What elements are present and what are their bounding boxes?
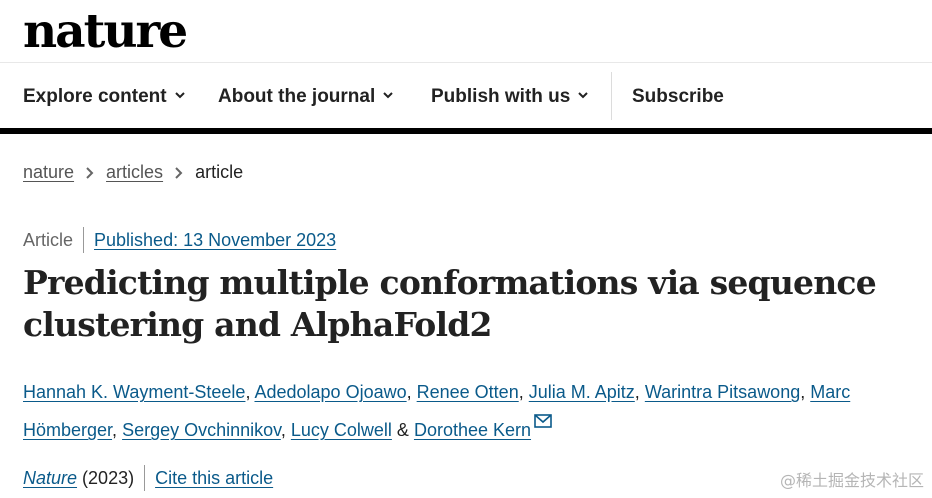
nav-subscribe[interactable]: Subscribe (632, 72, 724, 122)
article-type: Article (23, 230, 74, 250)
cite-article-link[interactable]: Cite this article (155, 468, 273, 488)
author-link[interactable]: Sergey Ovchinnikov (122, 420, 281, 440)
watermark: @稀土掘金技术社区 (779, 471, 924, 490)
nav-explore-content[interactable]: Explore content (23, 72, 185, 122)
author-link[interactable]: Warintra Pitsawong (645, 382, 800, 402)
envelope-icon[interactable] (534, 414, 552, 428)
author-link[interactable]: Lucy Colwell (291, 420, 392, 440)
author-link[interactable]: Adedolapo Ojoawo (254, 382, 406, 402)
author-separator: , (112, 420, 118, 440)
breadcrumb-current: article (195, 162, 244, 182)
chevron-down-icon (174, 92, 185, 99)
nav-divider (611, 72, 612, 120)
author-separator: , (406, 382, 412, 402)
nav-label: Publish with us (431, 86, 571, 107)
author-list: Hannah K. Wayment-Steele, Adedolapo Ojoa… (23, 373, 903, 449)
nav-label: Explore content (23, 86, 167, 107)
author-separator: , (245, 382, 251, 402)
citation-divider (144, 465, 146, 491)
nav-label: About the journal (218, 86, 376, 107)
author-separator: , (280, 420, 286, 440)
author-link[interactable]: Renee Otten (417, 382, 519, 402)
author-separator: , (634, 382, 640, 402)
author-link[interactable]: Hannah K. Wayment-Steele (23, 382, 245, 402)
breadcrumb-nature[interactable]: nature (23, 162, 74, 182)
nav-bottom-bar (0, 128, 932, 134)
chevron-right-icon (86, 167, 94, 179)
nav-publish-with-us[interactable]: Publish with us (431, 72, 589, 122)
breadcrumb-articles[interactable]: articles (106, 162, 163, 182)
author-link[interactable]: Dorothee Kern (414, 420, 531, 440)
journal-name-link[interactable]: Nature (23, 468, 77, 488)
journal-citation: Nature (2023) Cite this article (23, 465, 273, 491)
meta-divider (83, 227, 85, 253)
journal-year: (2023) (82, 468, 135, 488)
nature-logo[interactable]: nature (23, 2, 188, 62)
breadcrumb: nature articles article (23, 160, 243, 184)
article-meta: Article Published: 13 November 2023 (23, 227, 336, 253)
chevron-down-icon (578, 92, 589, 99)
chevron-down-icon (383, 92, 393, 99)
author-separator: , (518, 382, 524, 402)
nav-about-journal[interactable]: About the journal (218, 72, 393, 122)
author-conjunction: & (396, 420, 409, 440)
author-link[interactable]: Julia M. Apitz (529, 382, 635, 402)
article-title: Predicting multiple conformations via se… (23, 263, 877, 344)
author-separator: , (800, 382, 806, 402)
main-nav: Explore content About the journal Publis… (0, 72, 932, 122)
chevron-right-icon (175, 167, 183, 179)
header-divider (0, 62, 932, 63)
nav-label: Subscribe (632, 86, 724, 107)
published-date-link[interactable]: Published: 13 November 2023 (94, 230, 336, 250)
